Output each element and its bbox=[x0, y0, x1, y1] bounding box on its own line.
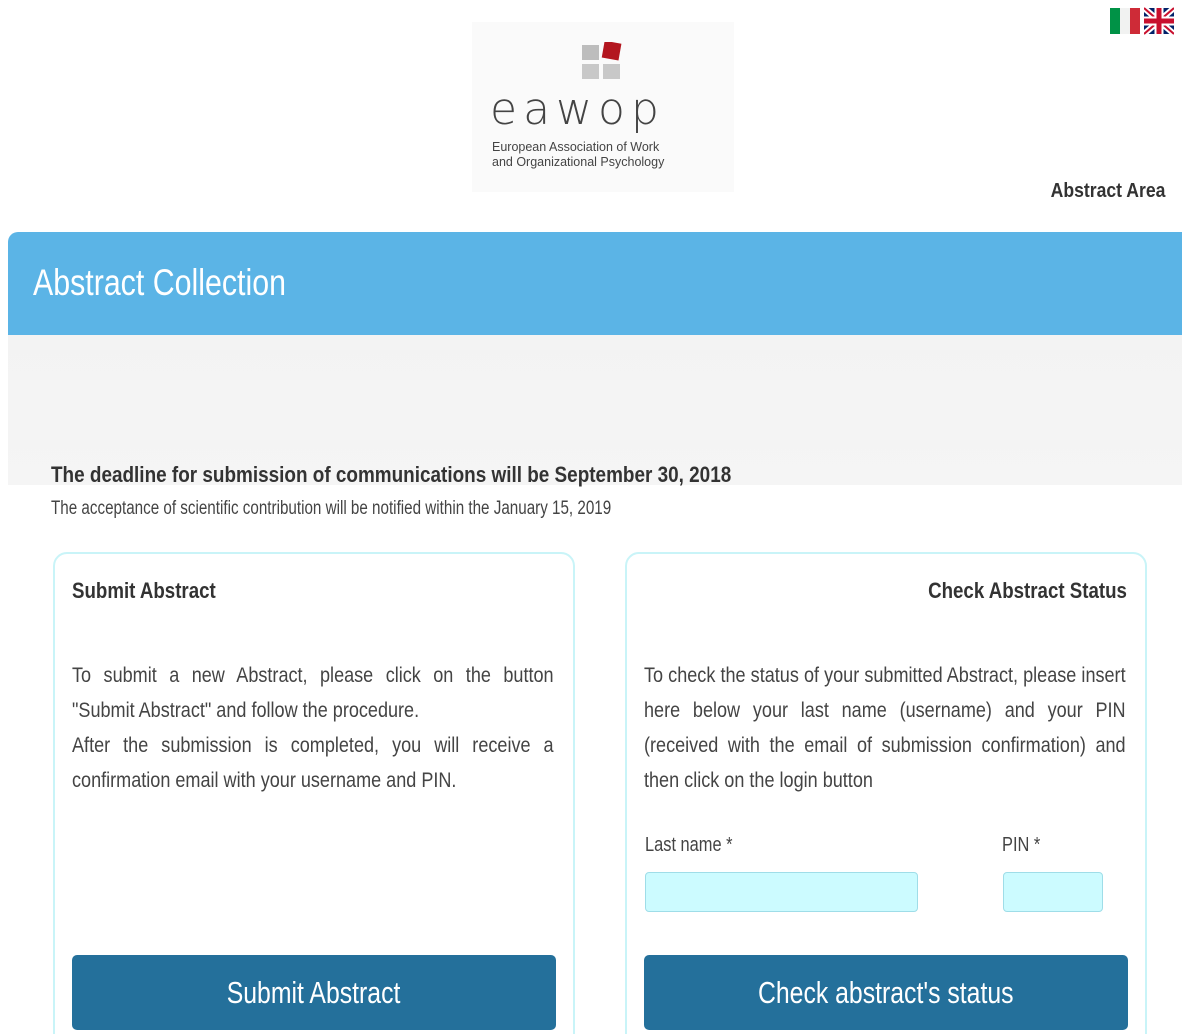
logo-wordmark: eawop bbox=[490, 84, 665, 135]
submit-card-text: To submit a new Abstract, please click o… bbox=[72, 658, 554, 798]
logo-squares-icon bbox=[582, 42, 622, 79]
logo-subtitle-line-2: and Organizational Psychology bbox=[492, 155, 665, 169]
deadline-notice: The deadline for submission of communica… bbox=[51, 462, 732, 487]
eawop-logo[interactable]: eawop European Association of Work and O… bbox=[472, 22, 734, 192]
submit-card-title: Submit Abstract bbox=[72, 578, 216, 603]
italian-flag-icon[interactable] bbox=[1110, 6, 1140, 36]
check-status-button-label: Check abstract's status bbox=[758, 974, 1014, 1010]
pin-input[interactable] bbox=[1003, 872, 1103, 912]
submit-abstract-button[interactable]: Submit Abstract bbox=[72, 955, 556, 1030]
check-status-button[interactable]: Check abstract's status bbox=[644, 955, 1128, 1030]
check-status-card: Check Abstract Status To check the statu… bbox=[625, 552, 1147, 1034]
submit-abstract-card: Submit Abstract To submit a new Abstract… bbox=[53, 552, 575, 1034]
uk-flag-icon[interactable] bbox=[1144, 6, 1174, 36]
acceptance-notice: The acceptance of scientific contributio… bbox=[51, 498, 612, 519]
status-card-text-1: To check the status of your submitted Ab… bbox=[644, 664, 1126, 792]
area-title: Abstract Area bbox=[1050, 180, 1165, 202]
pin-label: PIN * bbox=[1002, 834, 1041, 856]
language-selector bbox=[1110, 6, 1174, 36]
logo-subtitle-line-1: European Association of Work bbox=[492, 140, 660, 154]
submit-abstract-button-label: Submit Abstract bbox=[227, 974, 401, 1010]
submit-card-text-2: After the submission is completed, you w… bbox=[72, 734, 554, 792]
logo-subtitle: European Association of Work and Organiz… bbox=[492, 140, 664, 170]
status-card-text: To check the status of your submitted Ab… bbox=[644, 658, 1126, 798]
last-name-label: Last name * bbox=[645, 834, 733, 856]
submit-card-text-1: To submit a new Abstract, please click o… bbox=[72, 664, 554, 722]
status-card-title: Check Abstract Status bbox=[928, 578, 1127, 603]
page-title: Abstract Collection bbox=[33, 262, 286, 303]
header-banner: Abstract Collection bbox=[8, 232, 1182, 335]
last-name-input[interactable] bbox=[645, 872, 918, 912]
